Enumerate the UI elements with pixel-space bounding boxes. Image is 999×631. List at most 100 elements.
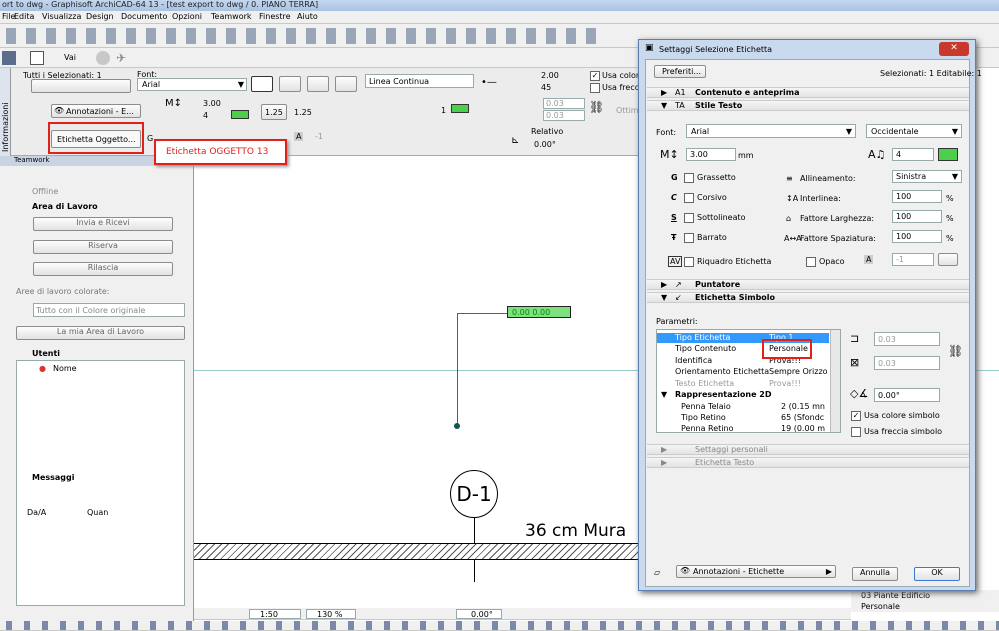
menu-aiuto[interactable]: Aiuto	[297, 12, 318, 21]
dim-width-icon: ⊐	[850, 332, 860, 345]
section-etichetta-simbolo[interactable]: ▼ ↙ Etichetta Simbolo	[647, 292, 969, 303]
justify-button[interactable]	[335, 76, 357, 92]
menu-documento[interactable]: Documento	[121, 12, 167, 21]
param-name: Testo Etichetta	[675, 379, 735, 388]
status-bar: 1:50 130 % 0.00°	[194, 608, 851, 620]
spaziatura-input[interactable]: 100	[892, 230, 942, 243]
fill-pen-input[interactable]: -1	[892, 253, 934, 266]
param-name: Tipo Retino	[681, 413, 726, 422]
zoom-field[interactable]: 130 %	[306, 609, 356, 619]
align-icon: ≡	[786, 174, 793, 183]
pct-3: %	[946, 234, 954, 243]
menu-edita[interactable]: Edita	[14, 12, 34, 21]
leader-dot	[454, 423, 460, 429]
menu-visualizza[interactable]: Visualizza	[42, 12, 81, 21]
line-type-select[interactable]: Linea Continua	[365, 74, 474, 88]
riserva-button[interactable]: Riserva	[33, 240, 173, 254]
aree-colorate-label: Aree di lavoro colorate:	[16, 287, 110, 296]
section-settaggi-personali[interactable]: ▶ Settaggi personali	[647, 444, 969, 455]
globe-icon[interactable]	[96, 51, 110, 65]
angle-field[interactable]: 0.00°	[456, 609, 502, 619]
scale-button-1[interactable]: 1.25	[261, 104, 287, 120]
info-box-tab[interactable]: Informazioni	[0, 68, 11, 156]
scale-value-2: 1.25	[294, 108, 312, 117]
grassetto-checkbox[interactable]	[684, 173, 694, 183]
annulla-button[interactable]: Annulla	[852, 567, 898, 581]
corsivo-checkbox[interactable]	[684, 193, 694, 203]
opaco-checkbox[interactable]	[806, 257, 816, 267]
dlg-font-select[interactable]: Arial ▼	[686, 124, 856, 138]
interlinea-input[interactable]: 100	[892, 190, 942, 203]
layout-icon[interactable]	[30, 51, 44, 65]
allineamento-select[interactable]: Sinistra ▼	[892, 170, 962, 183]
menu-finestre[interactable]: Finestre	[259, 12, 291, 21]
font-select[interactable]: Arial ▼	[137, 78, 247, 91]
usa-freccia-checkbox[interactable]	[590, 83, 600, 93]
dim-input-2[interactable]: 0.03	[874, 356, 940, 370]
toolbar-icons-row1	[2, 28, 602, 44]
barrato-checkbox[interactable]	[684, 233, 694, 243]
window-title: ort to dwg - Graphisoft ArchiCAD-64 13 -…	[2, 0, 319, 9]
layer-icon: ▱	[654, 568, 661, 577]
layer-a-label: A	[294, 132, 304, 141]
usa-colore-checkbox[interactable]: ✓	[590, 71, 600, 81]
section-puntatore[interactable]: ▶ ↗ Puntatore	[647, 279, 969, 290]
menu-opzioni[interactable]: Opzioni	[172, 12, 202, 21]
preferiti-button[interactable]: Preferiti...	[654, 65, 706, 78]
dlg-pen-input[interactable]: 4	[892, 148, 934, 161]
params-scrollbar[interactable]	[830, 330, 840, 432]
layer-select[interactable]: 👁 Annotazioni - E...	[51, 104, 141, 118]
section-contenuto[interactable]: ▶ A1 Contenuto e anteprima	[647, 87, 969, 98]
param-group: Rappresentazione 2D	[675, 390, 772, 399]
nome-column: Nome	[53, 364, 77, 373]
params-list[interactable]: Tipo Etichetta Tipo 1 Tipo Contenuto Per…	[656, 329, 841, 433]
tab-personale[interactable]: Personale	[861, 602, 900, 611]
close-icon[interactable]: ✕	[939, 42, 969, 56]
sottolineato-checkbox[interactable]	[684, 213, 694, 223]
offset-input-b[interactable]: 0.03	[543, 110, 585, 121]
strike-icon: Ŧ	[671, 233, 677, 242]
select-mode-group[interactable]	[31, 79, 131, 93]
users-list[interactable]: ● Nome	[16, 360, 185, 606]
wall-text: 36 cm Mura	[525, 521, 627, 541]
section-stile-testo[interactable]: ▼ TA Stile Testo	[647, 100, 969, 111]
color-area-select[interactable]: Tutto con il Colore originale	[33, 303, 185, 317]
ok-button[interactable]: OK	[914, 567, 960, 581]
wall-hatch	[194, 543, 639, 560]
offset-input-a[interactable]: 0.03	[543, 98, 585, 109]
mia-area-button[interactable]: La mia Area di Lavoro	[16, 326, 185, 340]
invia-ricevi-button[interactable]: Invia e Ricevi	[33, 217, 173, 231]
walk-icon[interactable]: ✈	[116, 51, 130, 65]
param-name: Penna Telaio	[681, 402, 731, 411]
teamwork-palette: Teamwork Offline Area di Lavoro Invia e …	[0, 156, 194, 621]
menu-design[interactable]: Design	[86, 12, 114, 21]
usa-colore-simbolo-checkbox[interactable]: ✓	[851, 411, 861, 421]
tab-piante[interactable]: 03 Piante Edificio	[861, 591, 930, 600]
larghezza-input[interactable]: 100	[892, 210, 942, 223]
dlg-script-select[interactable]: Occidentale ▼	[866, 124, 962, 138]
save-icon[interactable]	[2, 51, 16, 65]
align-center-button[interactable]	[279, 76, 301, 92]
riquadro-checkbox[interactable]	[684, 257, 694, 267]
dim-input-1[interactable]: 0.03	[874, 332, 940, 346]
pen-color-swatch[interactable]	[231, 110, 249, 119]
menu-teamwork[interactable]: Teamwork	[211, 12, 252, 21]
area-header: Area di Lavoro	[32, 202, 98, 211]
selected-label[interactable]: 0.00 0.00	[507, 306, 571, 318]
dlg-layer-select[interactable]: 👁 Annotazioni - Etichette ▶	[676, 565, 836, 578]
rotation-input[interactable]: 0.00°	[874, 388, 940, 402]
rilascia-button[interactable]: Rilascia	[33, 262, 173, 276]
scale-field[interactable]: 1:50	[249, 609, 301, 619]
dlg-pen-swatch[interactable]	[938, 148, 958, 161]
dlg-size-input[interactable]: 3.00	[686, 148, 736, 161]
usa-freccia-simbolo-checkbox[interactable]	[851, 427, 861, 437]
align-left-button[interactable]	[251, 76, 273, 92]
align-right-button[interactable]	[307, 76, 329, 92]
vai-button[interactable]: Vai	[64, 53, 76, 62]
leader-horizontal	[457, 313, 509, 314]
param-value: Sempre Orizzo	[769, 367, 828, 376]
underline-icon: S	[671, 213, 677, 222]
fill-pen-button[interactable]	[938, 253, 958, 266]
pointer-color-swatch[interactable]	[451, 104, 469, 113]
section-etichetta-testo[interactable]: ▶ Etichetta Testo	[647, 457, 969, 468]
